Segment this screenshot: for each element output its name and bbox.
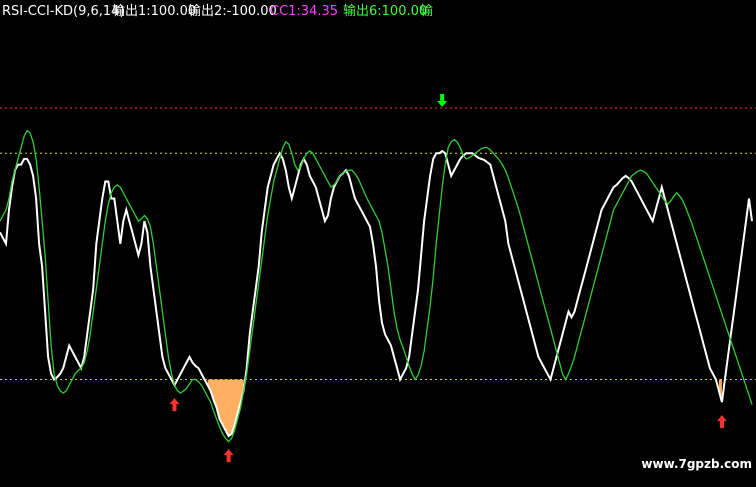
buy-arrow-icon: [223, 449, 234, 463]
indicator-name: RSI-CCI-KD(9,6,14): [2, 4, 125, 19]
series-line-1: [0, 149, 753, 438]
cc1-readout: CC1:34.35: [270, 4, 339, 19]
buy-arrow-icon: [169, 398, 180, 412]
output-6-readout: 输出6:100.00: [343, 4, 428, 19]
output-2-readout: 输出2:-100.00: [188, 4, 277, 19]
watermark: www.7gpzb.com: [641, 457, 752, 471]
buy-arrow-icon: [716, 415, 727, 429]
truncated-readout: 输: [420, 4, 434, 19]
series-line-2: [0, 129, 753, 443]
output-1-readout: 输出1:100.00: [112, 4, 197, 19]
chart-series: [0, 129, 753, 443]
sell-arrow-icon: [437, 94, 448, 107]
chart-fills: [207, 379, 722, 437]
reference-lines: [0, 107, 756, 380]
indicator-chart: [0, 94, 756, 463]
